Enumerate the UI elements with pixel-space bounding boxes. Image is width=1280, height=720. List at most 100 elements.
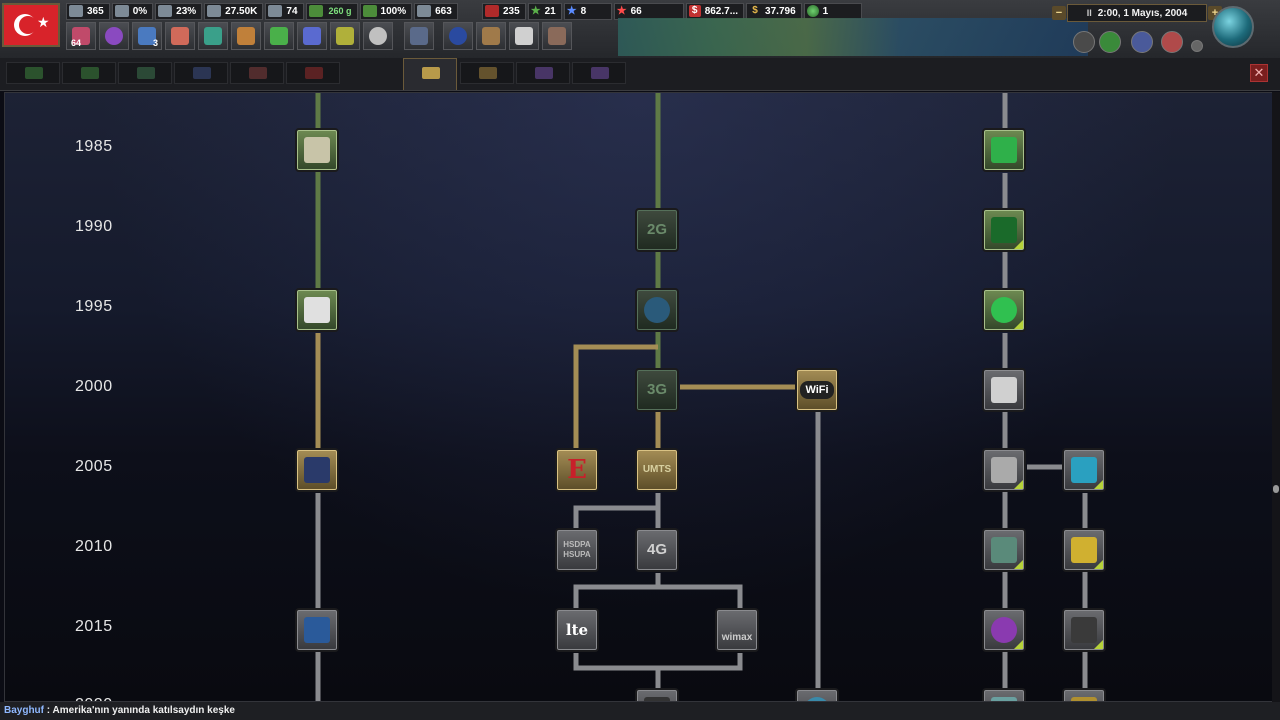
year-label: 2005	[75, 458, 113, 475]
game-clock[interactable]: − II 2:00, 1 Mayıs, 2004 +	[1052, 4, 1222, 22]
monitor-icon	[304, 457, 330, 483]
fuel-counter[interactable]: 260 g	[305, 2, 358, 20]
research-button[interactable]: 3	[132, 22, 162, 50]
political-power-counter[interactable]: 235	[482, 2, 526, 20]
civ-factory-icon	[268, 5, 283, 17]
tech-ai-2020[interactable]	[982, 688, 1026, 701]
tech-lte[interactable]: lte	[555, 608, 599, 652]
trade-button[interactable]	[198, 22, 228, 50]
chat-message: Amerika'nın yanında katılsaydın keşke	[52, 705, 235, 716]
economy-button[interactable]	[476, 22, 506, 50]
tech-vitruvian-2005[interactable]	[1062, 448, 1106, 492]
4g-icon: 4G	[646, 541, 667, 558]
construction-icon	[237, 27, 255, 45]
pen-icon	[410, 27, 428, 45]
map-preview[interactable]	[618, 18, 1088, 56]
tech-gprs[interactable]	[635, 288, 679, 332]
close-button[interactable]: ✕	[1250, 64, 1268, 82]
tab-doctrine-naval[interactable]	[572, 62, 626, 84]
pause-icon[interactable]: II	[1087, 8, 1092, 18]
tech-mesh-network[interactable]	[795, 688, 839, 701]
stability-counter[interactable]: 0%	[111, 2, 154, 20]
influence-counter[interactable]: 1	[803, 2, 862, 20]
red-command-counter[interactable]: ★ 66	[613, 2, 684, 20]
debt-counter[interactable]: $862.7...	[685, 2, 745, 20]
green-command-counter[interactable]: ★ 21	[527, 2, 562, 20]
military-icon	[548, 27, 566, 45]
scrollbar-thumb[interactable]	[1273, 485, 1279, 493]
tech-laptop-2015[interactable]	[295, 608, 339, 652]
convoys-counter[interactable]: 100%	[359, 2, 413, 20]
tech-robot-arm-2010[interactable]	[1062, 528, 1106, 572]
tech-ai-2010[interactable]	[982, 528, 1026, 572]
tech-drone-2015[interactable]	[1062, 608, 1106, 652]
globe-icon[interactable]	[1212, 6, 1254, 48]
tech-umts[interactable]: UMTS	[635, 448, 679, 492]
tab-doctrine-land[interactable]	[516, 62, 570, 84]
tech-ai-2000[interactable]	[982, 368, 1026, 412]
tech-ai-1985[interactable]	[982, 128, 1026, 172]
tech-hsdpa-hsupa[interactable]: HSDPA HSUPA	[555, 528, 599, 572]
decisions-button[interactable]	[404, 22, 434, 50]
settings-icon[interactable]	[1191, 40, 1203, 52]
chat-separator: :	[44, 705, 53, 716]
tech-ai-2005[interactable]	[982, 448, 1026, 492]
faction-icon[interactable]	[1131, 31, 1153, 53]
air-button[interactable]	[297, 22, 327, 50]
military-button[interactable]	[542, 22, 572, 50]
tab-naval[interactable]	[174, 62, 228, 84]
tech-wimax[interactable]: wimax	[715, 608, 759, 652]
treasury-counter[interactable]: $37.796	[746, 2, 802, 20]
army-button[interactable]	[363, 22, 393, 50]
manpower-counter[interactable]: 365	[66, 2, 110, 20]
tech-4g[interactable]: 4G	[635, 528, 679, 572]
tab-missile[interactable]	[286, 62, 340, 84]
dollar-icon: $	[752, 5, 758, 16]
diplomacy-button[interactable]	[165, 22, 195, 50]
production-button[interactable]	[264, 22, 294, 50]
supply-counter[interactable]: 663	[414, 2, 458, 20]
tech-computer-1985[interactable]	[295, 128, 339, 172]
upgrade-icon	[1094, 560, 1103, 569]
factories-counter[interactable]: 27.50K	[204, 2, 264, 20]
war-support-counter[interactable]: 23%	[155, 2, 203, 20]
country-flag[interactable]: ★	[2, 3, 60, 47]
chat-author[interactable]: Bayghuf	[4, 705, 44, 716]
tech-3g[interactable]: 3G	[635, 368, 679, 412]
intelligence-button[interactable]	[99, 22, 129, 50]
tech-edge[interactable]: E	[555, 448, 599, 492]
speed-down-button[interactable]: −	[1052, 6, 1066, 20]
tech-ai-2015[interactable]	[982, 608, 1026, 652]
tab-industry[interactable]	[460, 62, 514, 84]
military-alert-icon[interactable]	[1161, 31, 1183, 53]
tech-ai-1990[interactable]	[982, 208, 1026, 252]
document-icon	[515, 27, 533, 45]
tab-armor[interactable]	[62, 62, 116, 84]
tech-2g[interactable]: 2G	[635, 208, 679, 252]
documents-button[interactable]	[509, 22, 539, 50]
trade-icon	[204, 27, 222, 45]
tech-wifi[interactable]: WiFi	[795, 368, 839, 412]
tree-scrollbar[interactable]	[1272, 92, 1280, 702]
tab-air[interactable]	[230, 62, 284, 84]
tab-artillery[interactable]	[118, 62, 172, 84]
blue-command-counter[interactable]: ★ 8	[563, 2, 612, 20]
alert-icon[interactable]	[1073, 31, 1095, 53]
civilian-factories-counter[interactable]: 74	[265, 2, 304, 20]
logistics-button[interactable]	[330, 22, 360, 50]
tech-computer-2005[interactable]	[295, 448, 339, 492]
tech-drone-2020[interactable]	[1062, 688, 1106, 701]
supply-icon	[417, 5, 432, 17]
tab-electronics[interactable]	[403, 58, 457, 90]
tech-ai-1995[interactable]	[982, 288, 1026, 332]
tech-computer-1995[interactable]	[295, 288, 339, 332]
tab-infantry[interactable]	[6, 62, 60, 84]
helmet-icon	[369, 27, 387, 45]
research-category-tabs: ✕	[0, 58, 1280, 91]
construction-button[interactable]	[231, 22, 261, 50]
eu-button[interactable]	[443, 22, 473, 50]
tech-next-network[interactable]	[635, 688, 679, 701]
war-goal-icon[interactable]	[1099, 31, 1121, 53]
influence-icon	[806, 5, 819, 17]
politics-button[interactable]: 64	[66, 22, 96, 50]
